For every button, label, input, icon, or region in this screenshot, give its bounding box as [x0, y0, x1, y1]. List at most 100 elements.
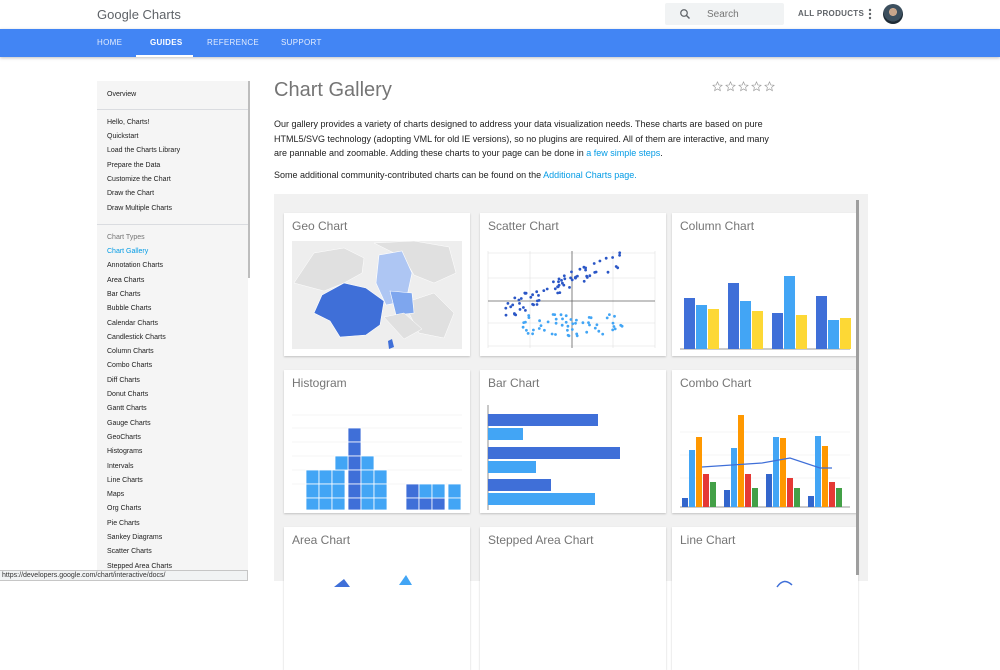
scatter-chart-thumbnail: [487, 251, 656, 348]
more-vert-icon[interactable]: [867, 8, 873, 20]
sidebar-item-bar-charts[interactable]: Bar Charts: [107, 291, 140, 298]
star-outline-icon[interactable]: [725, 81, 736, 92]
sidebar-item-draw-the-chart[interactable]: Draw the Chart: [107, 190, 154, 197]
card-geo-chart[interactable]: Geo Chart: [284, 213, 470, 356]
sidebar-item-gauge-charts[interactable]: Gauge Charts: [107, 420, 151, 427]
scatter-dot: [562, 274, 566, 278]
card-scatter-chart[interactable]: Scatter Chart: [480, 213, 666, 356]
tab-reference[interactable]: REFERENCE: [207, 29, 259, 57]
search-box[interactable]: [665, 3, 784, 25]
sidebar-item-prepare-the-data[interactable]: Prepare the Data: [107, 162, 160, 169]
sidebar-item-area-charts[interactable]: Area Charts: [107, 277, 144, 284]
scatter-dot: [561, 281, 564, 285]
scatter-dot: [531, 293, 534, 297]
scatter-dot: [569, 276, 572, 280]
sidebar-item-scatter-charts[interactable]: Scatter Charts: [107, 548, 152, 555]
sidebar-item-draw-multiple-charts[interactable]: Draw Multiple Charts: [107, 205, 172, 212]
card-combo-chart[interactable]: Combo Chart: [672, 370, 858, 513]
sidebar-item-sankey-diagrams[interactable]: Sankey Diagrams: [107, 534, 162, 541]
simple-steps-link[interactable]: a few simple steps: [586, 148, 660, 158]
sidebar-item-diff-charts[interactable]: Diff Charts: [107, 377, 140, 384]
sidebar-item-bubble-charts[interactable]: Bubble Charts: [107, 305, 151, 312]
top-bar: Google Charts ALL PRODUCTS: [0, 0, 1000, 29]
scatter-dot: [606, 270, 610, 274]
sidebar-item-calendar-charts[interactable]: Calendar Charts: [107, 320, 158, 327]
scatter-dot: [525, 328, 528, 332]
gallery-scrollbar[interactable]: [856, 200, 859, 575]
search-icon[interactable]: [679, 8, 691, 20]
sidebar-item-intervals[interactable]: Intervals: [107, 463, 133, 470]
sidebar-item-stepped-area-charts[interactable]: Stepped Area Charts: [107, 563, 172, 570]
sidebar-item-combo-charts[interactable]: Combo Charts: [107, 362, 152, 369]
sidebar-item-line-charts[interactable]: Line Charts: [107, 477, 143, 484]
scatter-dot: [560, 279, 563, 282]
sidebar-item-candlestick-charts[interactable]: Candlestick Charts: [107, 334, 166, 341]
scatter-dot: [517, 298, 521, 302]
tab-support[interactable]: SUPPORT: [281, 29, 322, 57]
sidebar-item-load-the-charts-library[interactable]: Load the Charts Library: [107, 147, 180, 154]
scatter-dot: [522, 321, 526, 324]
scatter-dot: [514, 313, 518, 317]
tab-home[interactable]: HOME: [97, 29, 122, 57]
sidebar-item-org-charts[interactable]: Org Charts: [107, 505, 141, 512]
scatter-dot: [566, 324, 570, 328]
scatter-dot: [563, 277, 567, 281]
combo-bar: [787, 478, 793, 507]
sidebar-item-histograms[interactable]: Histograms: [107, 448, 142, 455]
scatter-dot: [614, 265, 618, 268]
scatter-dot: [542, 289, 546, 292]
sidebar-item-annotation-charts[interactable]: Annotation Charts: [107, 262, 163, 269]
star-outline-icon[interactable]: [751, 81, 762, 92]
sidebar-item-donut-charts[interactable]: Donut Charts: [107, 391, 148, 398]
card-line-chart[interactable]: Line Chart: [672, 527, 858, 670]
all-products-link[interactable]: ALL PRODUCTS: [798, 9, 864, 18]
scatter-dot: [504, 313, 508, 317]
card-stepped-area-chart[interactable]: Stepped Area Chart: [480, 527, 666, 670]
scatter-dot: [543, 328, 546, 332]
sidebar-item-quickstart[interactable]: Quickstart: [107, 133, 139, 140]
search-input[interactable]: [707, 3, 777, 25]
scatter-dot: [598, 259, 602, 263]
scatter-dot: [545, 287, 549, 291]
card-bar-chart[interactable]: Bar Chart: [480, 370, 666, 513]
sidebar-scrollbar[interactable]: [248, 81, 250, 278]
sidebar-item-maps[interactable]: Maps: [107, 491, 124, 498]
star-outline-icon[interactable]: [764, 81, 775, 92]
avatar[interactable]: [883, 4, 903, 24]
sidebar-item-geocharts[interactable]: GeoCharts: [107, 434, 141, 441]
star-outline-icon[interactable]: [712, 81, 723, 92]
brand-title[interactable]: Google Charts: [97, 7, 181, 22]
intro-text: Our gallery provides a variety of charts…: [274, 119, 769, 158]
scatter-dot: [553, 313, 557, 316]
scatter-dot: [532, 328, 535, 332]
additional-charts-link[interactable]: Additional Charts page.: [543, 170, 637, 180]
scatter-dot: [587, 321, 590, 324]
active-tab-indicator: [136, 55, 193, 57]
card-column-chart[interactable]: Column Chart: [672, 213, 858, 356]
card-area-chart[interactable]: Area Chart: [284, 527, 470, 670]
scatter-dot: [589, 316, 593, 320]
sidebar-item-overview[interactable]: Overview: [107, 91, 136, 98]
combo-bar: [773, 437, 779, 507]
sidebar-item-customize-the-chart[interactable]: Customize the Chart: [107, 176, 171, 183]
star-outline-icon[interactable]: [738, 81, 749, 92]
scatter-dot: [536, 299, 539, 303]
card-histogram[interactable]: Histogram: [284, 370, 470, 513]
scatter-dot: [570, 328, 574, 331]
sidebar-divider: [97, 224, 248, 225]
scatter-dot: [561, 317, 564, 321]
sidebar-item-gantt-charts[interactable]: Gantt Charts: [107, 405, 147, 412]
sidebar-item-column-charts[interactable]: Column Charts: [107, 348, 154, 355]
rating-stars[interactable]: [712, 81, 775, 92]
tab-guides[interactable]: GUIDES: [150, 29, 182, 57]
scatter-dot: [588, 323, 591, 327]
combo-bar: [822, 446, 828, 507]
combo-bar: [731, 448, 737, 507]
sidebar-item-chart-gallery[interactable]: Chart Gallery: [107, 248, 148, 255]
scatter-dot: [523, 291, 527, 295]
scatter-dot: [537, 294, 540, 297]
sidebar-item-pie-charts[interactable]: Pie Charts: [107, 520, 140, 527]
scatter-dot: [554, 333, 557, 336]
scatter-dot: [608, 313, 611, 316]
scatter-dot: [531, 332, 534, 336]
